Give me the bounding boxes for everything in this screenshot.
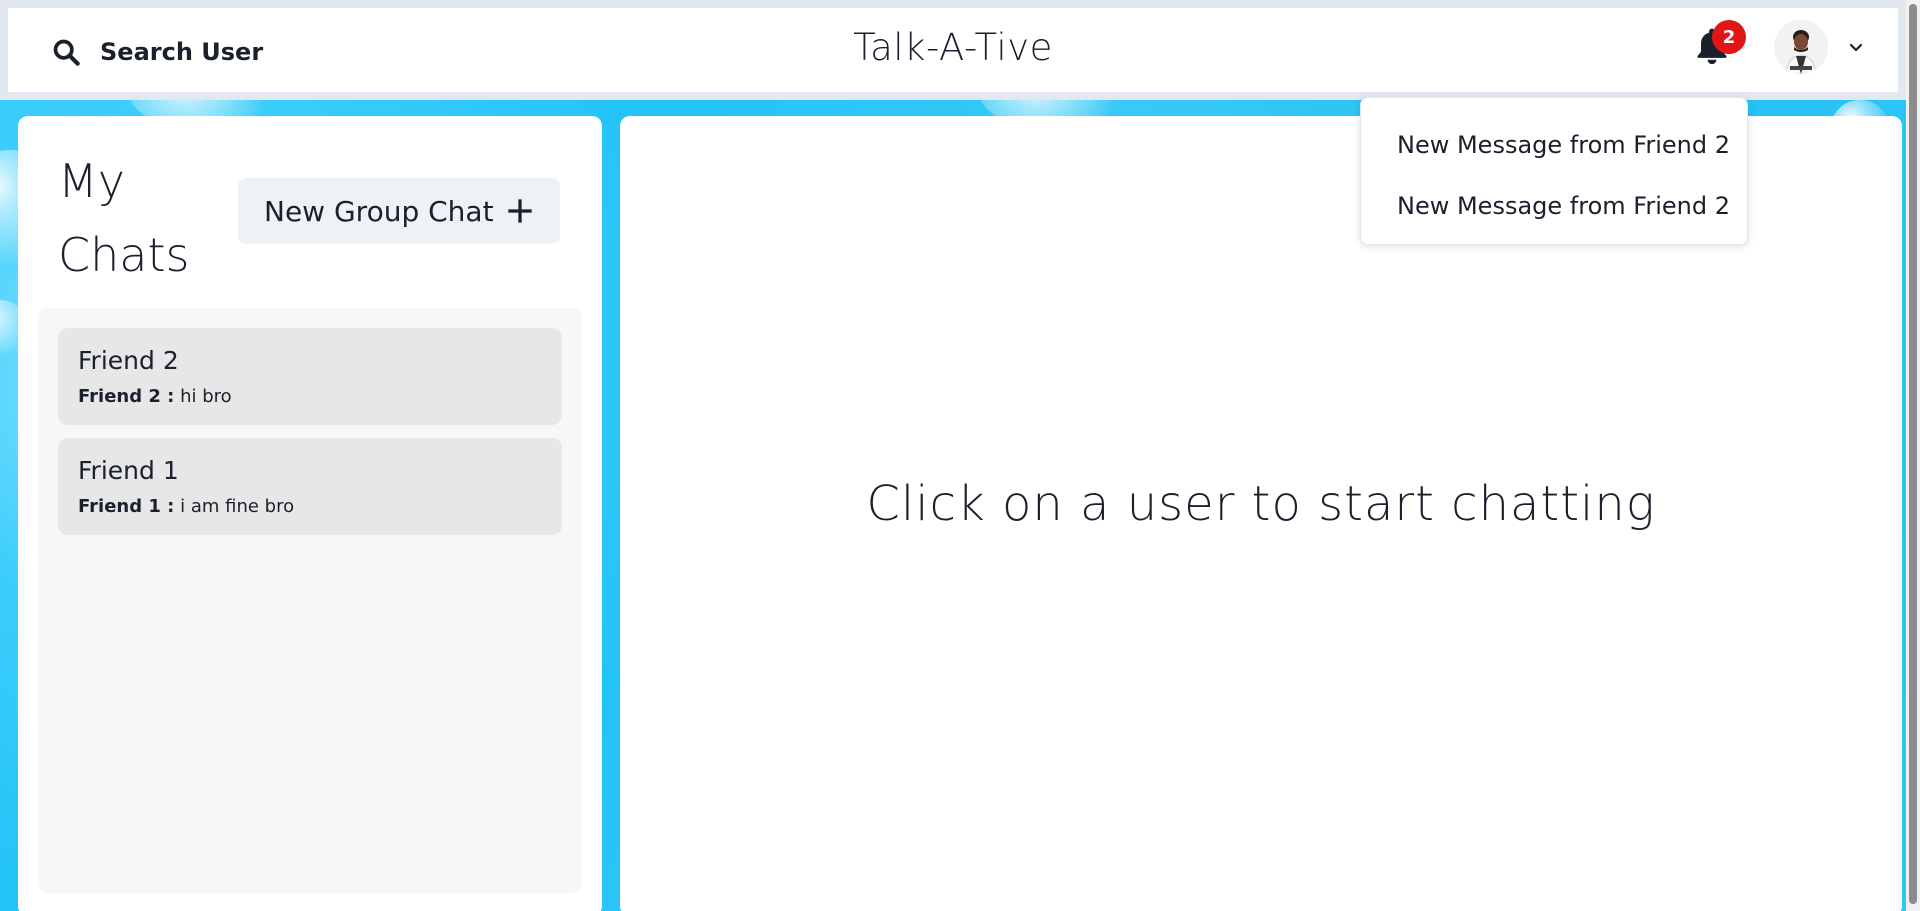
notification-dropdown: New Message from Friend 2 New Message fr… xyxy=(1360,97,1748,245)
chat-list: Friend 2 Friend 2 : hi bro Friend 1 Frie… xyxy=(38,308,582,893)
notification-badge: 2 xyxy=(1712,20,1746,54)
chat-name: Friend 2 xyxy=(78,346,179,375)
chat-list-item[interactable]: Friend 2 Friend 2 : hi bro xyxy=(58,328,562,425)
my-chats-title: My Chats xyxy=(58,144,218,292)
chat-preview: Friend 1 : i am fine bro xyxy=(78,496,294,517)
my-chats-title-line2: Chats xyxy=(58,228,190,282)
my-chats-panel: My Chats New Group Chat Friend 2 Friend … xyxy=(18,116,602,911)
chat-list-item[interactable]: Friend 1 Friend 1 : i am fine bro xyxy=(58,438,562,535)
chat-message: hi bro xyxy=(180,386,232,407)
chat-sender: Friend 2 : xyxy=(78,386,175,407)
page-scrollbar[interactable] xyxy=(1906,0,1920,911)
chat-preview: Friend 2 : hi bro xyxy=(78,386,232,407)
chat-message: i am fine bro xyxy=(180,496,295,517)
user-avatar-icon xyxy=(1774,20,1828,74)
top-bar: Search User Talk-A-Tive xyxy=(0,0,1906,100)
chat-sender: Friend 1 : xyxy=(78,496,175,517)
plus-icon xyxy=(507,199,532,223)
app-title: Talk-A-Tive xyxy=(853,26,1053,69)
my-chats-title-line1: My xyxy=(58,154,125,208)
new-group-chat-button[interactable]: New Group Chat xyxy=(238,178,560,244)
notification-item[interactable]: New Message from Friend 2 xyxy=(1361,114,1747,175)
scrollbar-thumb[interactable] xyxy=(1909,4,1917,904)
chevron-down-icon[interactable] xyxy=(1846,38,1866,58)
empty-chat-message: Click on a user to start chatting xyxy=(866,476,1656,532)
new-group-chat-label: New Group Chat xyxy=(264,194,494,228)
notification-item[interactable]: New Message from Friend 2 xyxy=(1361,175,1747,236)
avatar[interactable] xyxy=(1774,20,1828,74)
chat-name: Friend 1 xyxy=(78,456,179,485)
